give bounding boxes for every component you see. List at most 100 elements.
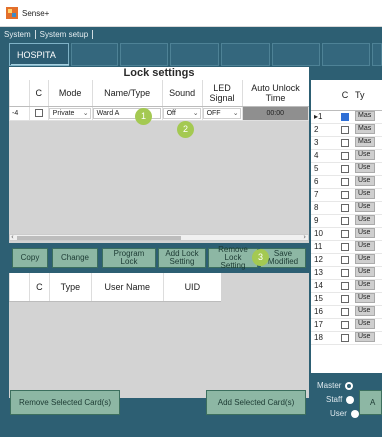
table-row[interactable]: 2 Mas: [311, 123, 382, 137]
table-row[interactable]: 14 Use: [311, 279, 382, 293]
row-checkbox[interactable]: [341, 177, 349, 186]
lock-settings-title: Lock settings: [9, 67, 309, 80]
tab-hospital[interactable]: HOSPITA: [9, 43, 69, 66]
scrollbar-thumb[interactable]: [17, 236, 181, 240]
row-index: 14: [311, 279, 335, 293]
type-cell: Mas: [355, 123, 382, 137]
row-checkbox[interactable]: [341, 112, 349, 121]
card-type-value[interactable]: Use: [355, 214, 375, 225]
tab-2[interactable]: [71, 43, 118, 66]
card-table: C Ty ▸1 Mas 2 Mas 3 Mas 4 Use 5 Use 6 Use 7 Use 8 Use 9 U…: [311, 80, 382, 345]
table-row[interactable]: 9 Use: [311, 214, 382, 228]
row-checkbox[interactable]: [341, 203, 349, 212]
card-type-value[interactable]: Use: [355, 305, 375, 316]
type-cell: Use: [355, 214, 382, 228]
row-checkbox[interactable]: [341, 138, 349, 147]
radio-staff[interactable]: Staff: [326, 395, 355, 404]
tab-6[interactable]: [272, 43, 320, 66]
row-checkbox[interactable]: [341, 164, 349, 173]
card-type-value[interactable]: Use: [355, 162, 375, 173]
add-lock-setting-button[interactable]: Add Lock Setting: [158, 248, 206, 268]
card-type-value[interactable]: Use: [355, 175, 375, 186]
card-type-value[interactable]: Mas: [355, 136, 375, 147]
table-row[interactable]: ▸1 Mas: [311, 110, 382, 124]
card-type-value[interactable]: Mas: [355, 123, 375, 134]
remove-lock-setting-button[interactable]: Remove Lock Setting: [208, 246, 258, 270]
auto-unlock-time-value[interactable]: 00:00: [241, 105, 310, 121]
row-checkbox[interactable]: [341, 216, 349, 225]
column-header-index: [311, 80, 335, 111]
mode-select[interactable]: Private ⌄: [48, 107, 91, 119]
table-row[interactable]: 15 Use: [311, 292, 382, 306]
row-checkbox[interactable]: [341, 294, 349, 303]
row-checkbox[interactable]: [341, 229, 349, 238]
radio-master[interactable]: Master: [317, 381, 354, 390]
table-row[interactable]: 4 Use: [311, 149, 382, 163]
change-button[interactable]: Change: [52, 248, 98, 268]
copy-button[interactable]: Copy: [12, 248, 48, 268]
table-row[interactable]: 13 Use: [311, 266, 382, 280]
table-row[interactable]: 3 Mas: [311, 136, 382, 150]
row-checkbox[interactable]: [341, 190, 349, 199]
row-checkbox[interactable]: [341, 255, 349, 264]
card-type-value[interactable]: Mas: [355, 110, 375, 121]
tab-5[interactable]: [221, 43, 270, 66]
scroll-left-arrow-icon[interactable]: ‹: [11, 233, 14, 241]
table-row[interactable]: 7 Use: [311, 188, 382, 202]
type-cell: Use: [355, 149, 382, 163]
horizontal-scrollbar[interactable]: ‹ ›: [9, 233, 309, 241]
table-row[interactable]: 12 Use: [311, 253, 382, 267]
row-index: 11: [311, 240, 335, 254]
right-add-button[interactable]: A: [359, 390, 382, 415]
sound-select[interactable]: Off ⌄: [162, 107, 201, 119]
column-header-user-name: User Name: [90, 273, 164, 302]
tab-4[interactable]: [170, 43, 219, 66]
row-checkbox[interactable]: [341, 281, 349, 290]
card-type-value[interactable]: Use: [355, 201, 375, 212]
radio-master-button[interactable]: [345, 381, 354, 390]
radio-master-label: Master: [317, 381, 342, 390]
program-lock-button[interactable]: Program Lock: [102, 248, 156, 268]
card-type-value[interactable]: Use: [355, 266, 375, 277]
tab-7[interactable]: [322, 43, 370, 66]
menu-item-system[interactable]: System: [0, 30, 35, 39]
table-row[interactable]: 16 Use: [311, 305, 382, 319]
menu-item-system-setup[interactable]: System setup: [36, 30, 92, 39]
card-type-value[interactable]: Use: [355, 240, 375, 251]
row-checkbox[interactable]: [341, 151, 349, 160]
card-type-value[interactable]: Use: [355, 292, 375, 303]
card-type-value[interactable]: Use: [355, 331, 375, 342]
scroll-right-arrow-icon[interactable]: ›: [303, 233, 306, 241]
radio-user[interactable]: User: [330, 409, 359, 418]
card-type-value[interactable]: Use: [355, 149, 375, 160]
tab-8[interactable]: [372, 43, 382, 66]
add-selected-cards-button[interactable]: Add Selected Card(s): [206, 390, 306, 415]
lock-settings-table: C Mode Name/Type Sound LED Signal Auto U…: [9, 80, 310, 121]
table-row[interactable]: 6 Use: [311, 175, 382, 189]
card-type-value[interactable]: Use: [355, 253, 375, 264]
led-select[interactable]: OFF ⌄: [202, 107, 241, 119]
card-type-value[interactable]: Use: [355, 318, 375, 329]
tab-3[interactable]: [120, 43, 168, 66]
table-row[interactable]: 18 Use: [311, 331, 382, 345]
table-row[interactable]: 5 Use: [311, 162, 382, 176]
row-checkbox[interactable]: [34, 109, 43, 117]
radio-staff-button[interactable]: [346, 395, 355, 404]
card-type-value[interactable]: Use: [355, 188, 375, 199]
row-checkbox[interactable]: [341, 307, 349, 316]
remove-selected-cards-button[interactable]: Remove Selected Card(s): [10, 390, 120, 415]
radio-user-button[interactable]: [350, 409, 359, 418]
table-row[interactable]: -4 Private ⌄ Ward A Off ⌄ OFF ⌄ 00:00: [9, 105, 310, 121]
table-row[interactable]: 8 Use: [311, 201, 382, 215]
row-checkbox[interactable]: [341, 320, 349, 329]
row-checkbox[interactable]: [341, 268, 349, 277]
table-row[interactable]: 10 Use: [311, 227, 382, 241]
row-checkbox[interactable]: [341, 333, 349, 342]
card-type-value[interactable]: Use: [355, 279, 375, 290]
row-checkbox[interactable]: [341, 242, 349, 251]
table-row[interactable]: 17 Use: [311, 318, 382, 332]
table-row[interactable]: 11 Use: [311, 240, 382, 254]
card-type-value[interactable]: Use: [355, 227, 375, 238]
row-checkbox[interactable]: [341, 125, 349, 134]
footer-bar: [0, 420, 382, 437]
